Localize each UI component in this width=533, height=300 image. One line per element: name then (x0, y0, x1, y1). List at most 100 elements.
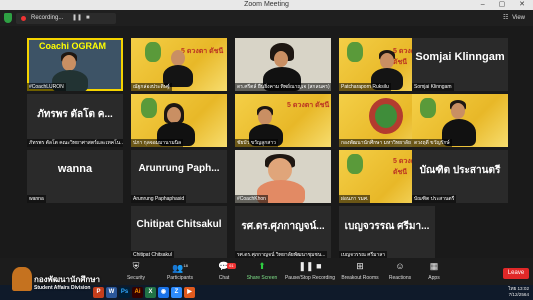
window-title: Zoom Meeting (244, 1, 289, 8)
video-tile[interactable]: #CoachKhon (235, 150, 331, 203)
chrome-taskbar-icon[interactable]: ◉ (158, 287, 169, 298)
window-controls[interactable]: – ▢ ✕ (481, 0, 531, 10)
view-grid-icon: ☷ (503, 15, 509, 21)
share-screen-label: Share Screen (246, 275, 278, 281)
security-shield-icon[interactable] (4, 13, 12, 23)
participant-name-label: #CoachLURON (27, 83, 66, 91)
participant-name-label: ผ่อนภา รมศ. (339, 195, 371, 203)
video-tile-no-video[interactable]: รศ.ดร.ศุภกาญจน์... รศ.ดร.ศุภกาญจน์ วิทยา… (235, 206, 331, 259)
window-title-bar: Zoom Meeting – ▢ ✕ (0, 0, 533, 10)
participant-name-label: บัณฑิต ประสานตรี (412, 195, 457, 203)
participant-name-label: ณัฐกล่องประดิษฐ์ (131, 83, 172, 91)
participant-face (268, 158, 292, 182)
participant-display-name: บัณฑิต ประสานตรี (419, 165, 501, 176)
participant-face (167, 107, 181, 123)
event-banner-text: 5 ดวงตา ดัชนี (181, 48, 224, 55)
video-tile-no-video[interactable]: Arunrung Paph... Arunrung Paphaphasid (131, 150, 227, 203)
university-seal-icon (347, 42, 363, 62)
participant-name-label: Arunrung Paphaphasid (131, 195, 187, 203)
video-tile-active-speaker[interactable]: Coachi OGRAM #CoachLURON (27, 38, 123, 91)
participant-face (62, 55, 76, 71)
breakout-rooms-button[interactable]: ⊞ Breakout Rooms (340, 261, 380, 281)
participant-name-label: #CoachKhon (235, 195, 268, 203)
clock-time: 13:02 (517, 286, 530, 291)
recording-indicator: Recording... (16, 13, 116, 24)
video-tile-no-video[interactable]: บัณฑิต ประสานตรี บัณฑิต ประสานตรี (412, 150, 508, 203)
participants-label: Participants (166, 275, 194, 281)
video-tile-no-video[interactable]: เบญจวรรณ ศรีมา... เบญจวรรณ ศรีมาลา (339, 206, 435, 259)
share-screen-button[interactable]: ⬆ Share Screen (240, 261, 284, 281)
video-tile[interactable]: ดวงฤดี ขวัญรักษ์ (412, 94, 508, 147)
breakout-label: Breakout Rooms (341, 275, 379, 281)
participant-name-label: ชัยบัว ขวัญลูกสาว (235, 139, 278, 147)
video-tile[interactable]: ปภา กุลจอมมานามนิล (131, 94, 227, 147)
university-seal-icon (145, 42, 161, 62)
coach-banner-text: Coachi OGRAM (39, 41, 107, 51)
media-taskbar-icon[interactable]: ▶ (184, 287, 195, 298)
participant-name-label: ดวงฤดี ขวัญรักษ์ (412, 139, 452, 147)
participant-face (258, 109, 272, 125)
participant-name-label: wanna (27, 195, 46, 203)
university-seal-icon (347, 154, 363, 174)
view-label: View (512, 15, 525, 21)
view-button[interactable]: ☷ View (503, 13, 527, 24)
stop-recording-icon[interactable]: ■ (86, 13, 90, 24)
shield-icon: ⛨ (132, 261, 140, 271)
video-tile-no-video[interactable]: ภัทรพร ตัลโต ค... ภัทรพร ตัลโต คณะวิทยาศ… (27, 94, 123, 147)
illustrator-taskbar-icon[interactable]: Ai (132, 287, 143, 298)
clock-date: 7/12/2564 (508, 292, 529, 297)
participant-name-label: ดร.ศรีตล์ ยืนยิ่งคาม ทิพย์ณาญเจ (สกลนคร) (235, 83, 331, 91)
pause-recording-icon[interactable]: ❚❚ (72, 13, 82, 24)
reactions-label: Reactions (388, 275, 412, 281)
event-banner-text: 5 ดวงตา ดัชนี (287, 102, 330, 109)
logo-english-text: Student Affairs Division (34, 285, 91, 291)
system-clock[interactable]: ไทย 13:02 7/12/2564 (508, 286, 529, 298)
video-tile[interactable]: 5 ดวงตา ดัชนี ณัฐกล่องประดิษฐ์ (131, 38, 227, 91)
recording-dot-icon (21, 16, 26, 21)
video-tile-no-video[interactable]: wanna wanna (27, 150, 123, 203)
security-button[interactable]: ⛨ Security (114, 261, 158, 281)
video-tile-no-video[interactable]: Somjai Klinngam Somjai Klinngam (412, 38, 508, 91)
apps-button[interactable]: ▦ Apps (414, 261, 454, 281)
record-controls-icon: ❚❚ ■ (298, 261, 322, 271)
breakout-rooms-icon: ⊞ (356, 261, 364, 271)
participant-face (380, 53, 394, 69)
participant-display-name: Arunrung Paph... (138, 163, 220, 174)
system-language: ไทย (508, 286, 517, 291)
record-label: Pause/Stop Recording (284, 275, 336, 281)
participant-display-name: Somjai Klinngam (415, 51, 505, 63)
photoshop-taskbar-icon[interactable]: Ps (119, 287, 130, 298)
video-tile[interactable]: ดร.ศรีตล์ ยืนยิ่งคาม ทิพย์ณาญเจ (สกลนคร) (235, 38, 331, 91)
participant-display-name: เบญจวรรณ ศรีมา... (344, 221, 430, 232)
apps-label: Apps (428, 275, 440, 281)
chat-label: Chat (218, 275, 230, 281)
participant-display-name: ภัทรพร ตัลโต ค... (37, 109, 113, 120)
participant-name-label: Patcharaporn Ruksilu (339, 83, 391, 91)
word-taskbar-icon[interactable]: W (106, 287, 117, 298)
participants-count: 18 (183, 263, 188, 268)
zoom-taskbar-icon[interactable]: Z (171, 287, 182, 298)
excel-taskbar-icon[interactable]: X (145, 287, 156, 298)
security-label: Security (126, 275, 146, 281)
university-seal-icon (141, 98, 157, 118)
apps-icon: ▦ (429, 261, 439, 271)
meeting-top-bar: Recording... ❚❚ ■ ☷ View (0, 10, 533, 26)
participants-icon: 👥18 (172, 263, 188, 273)
university-logo-icon (12, 267, 32, 291)
participant-face (171, 50, 185, 66)
student-affairs-logo: กองพัฒนานักศึกษา Student Affairs Divisio… (6, 265, 106, 299)
participant-display-name: Chitipat Chitsakul (136, 219, 222, 230)
participants-button[interactable]: 👥18 Participants (158, 261, 202, 281)
participant-name-label: กองพัฒนานักศึกษา มหาวิทยาลัย (339, 139, 413, 147)
pause-stop-recording-button[interactable]: ❚❚ ■ Pause/Stop Recording (284, 261, 336, 281)
leave-button[interactable]: Leave (503, 268, 529, 279)
recording-label: Recording... (31, 15, 64, 21)
participant-name-label: ภัทรพร ตัลโต คณะวิทยาศาสตร์และเทคโน... (27, 139, 123, 147)
participant-name-label: ปภา กุลจอมมานามนิล (131, 139, 184, 147)
chat-unread-badge: 61 (227, 263, 236, 269)
university-emblem-inner-icon (375, 104, 397, 128)
participant-display-name: wanna (57, 163, 93, 175)
video-tile[interactable]: 5 ดวงตา ดัชนี ชัยบัว ขวัญลูกสาว (235, 94, 331, 147)
video-tile-no-video[interactable]: Chitipat Chitsakul Chitipat Chitsakul (131, 206, 227, 259)
participant-name-label: Somjai Klinngam (412, 83, 454, 91)
